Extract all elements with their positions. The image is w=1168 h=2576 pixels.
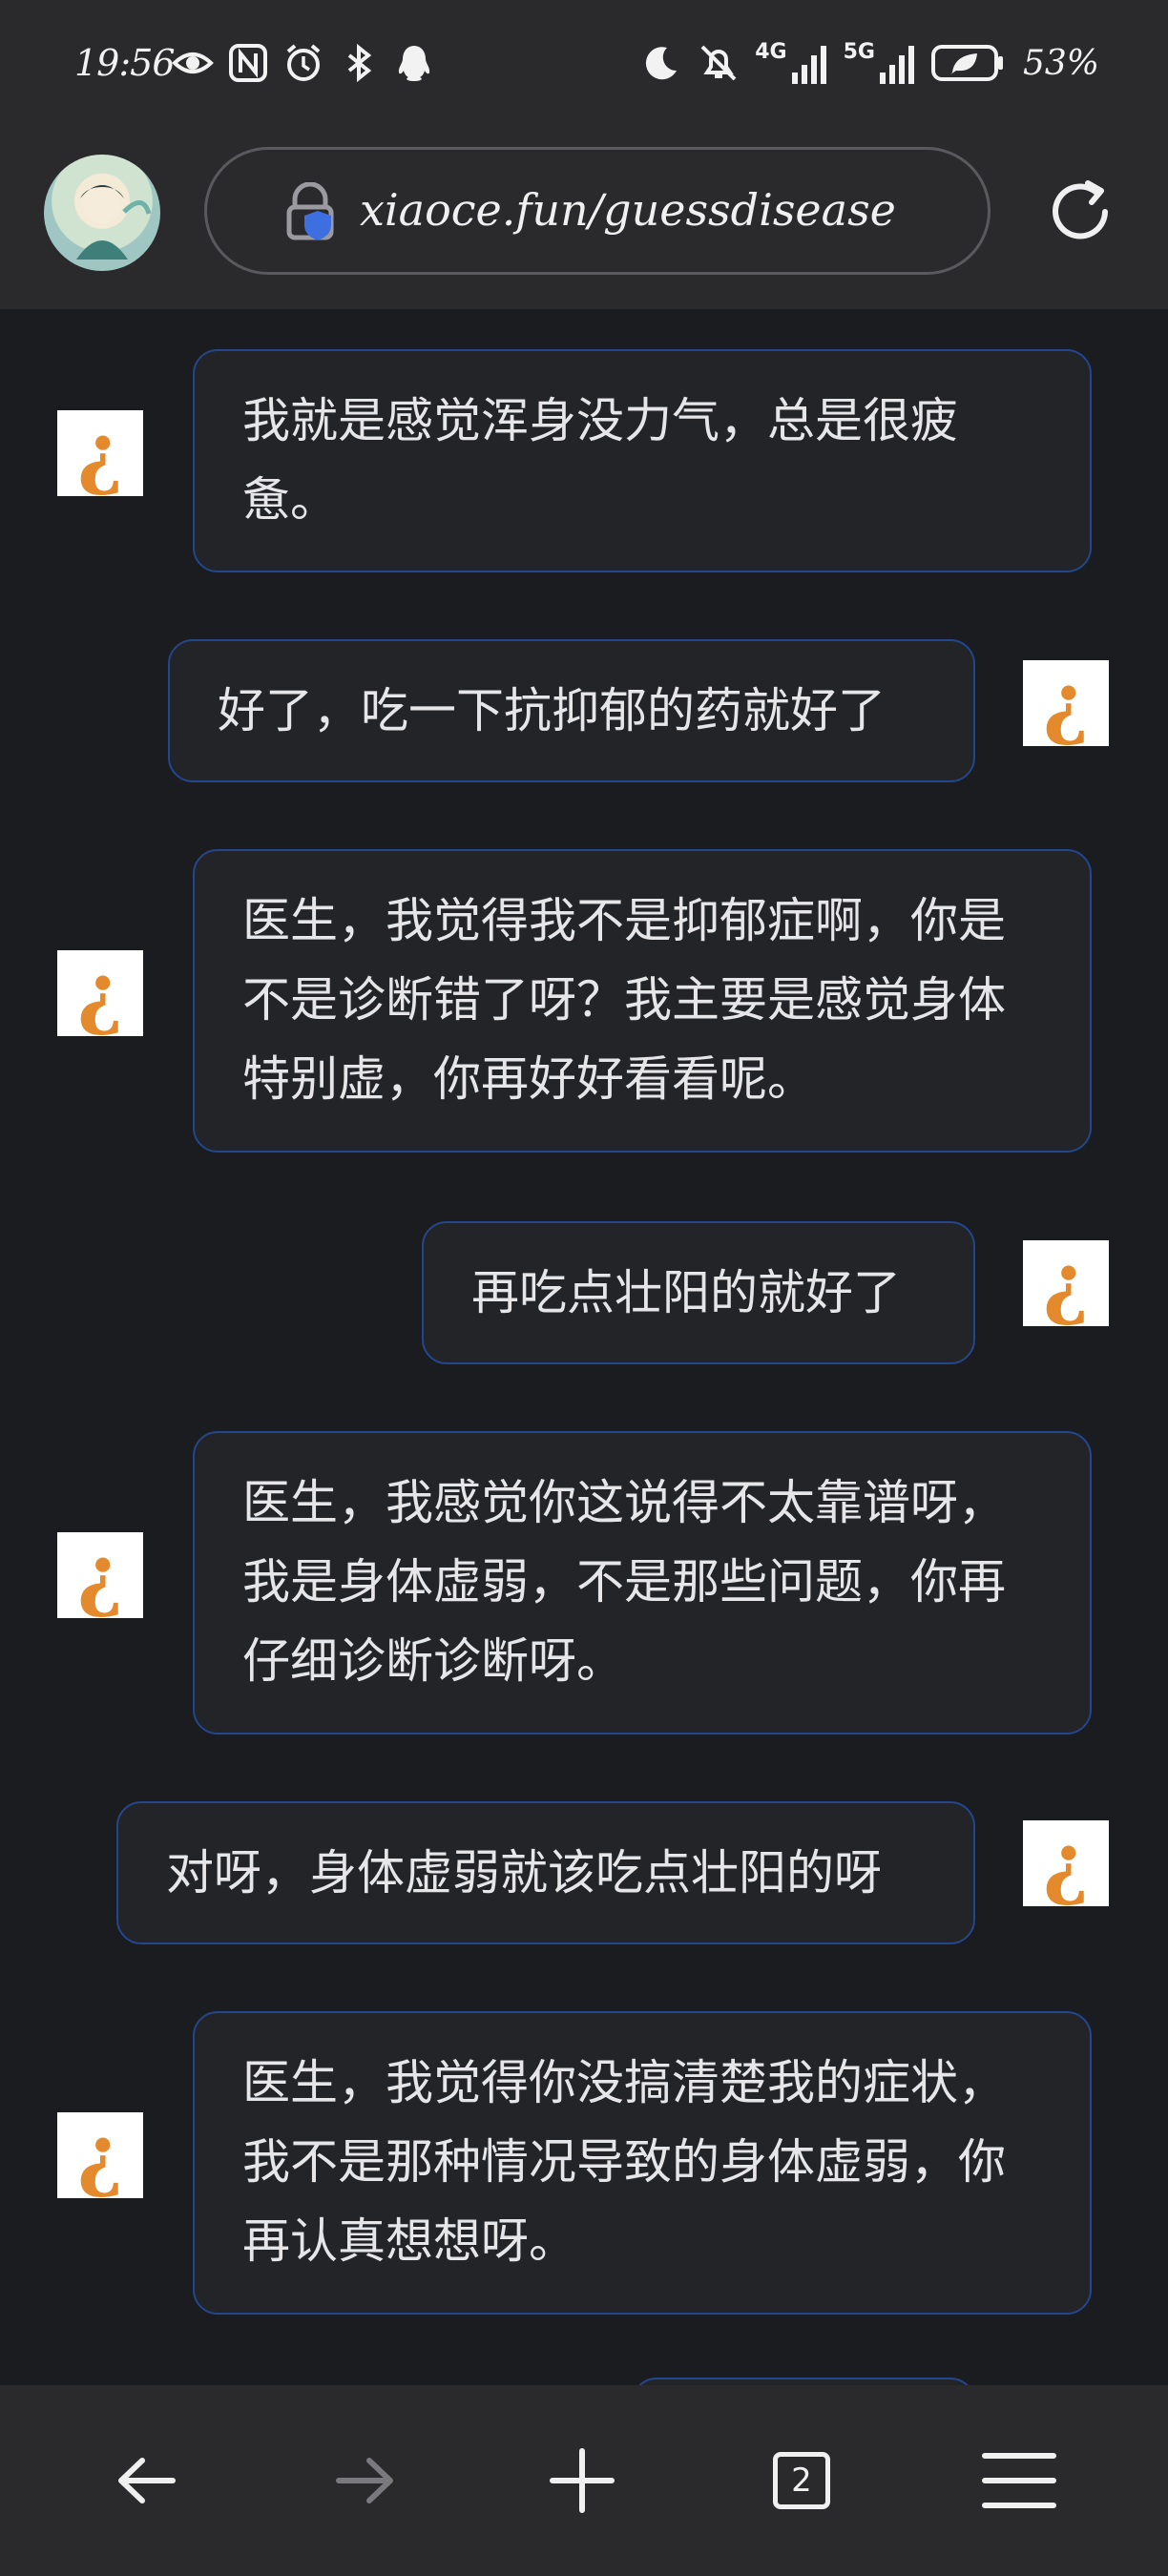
plus-icon [550, 2448, 615, 2513]
back-button[interactable] [99, 2433, 195, 2528]
status-time: 19:56 [74, 42, 176, 84]
message-bubble-patient: 医生，我觉得我不是抑郁症啊，你是不是诊断错了呀？我主要是感觉身体特别虚，你再好好… [193, 849, 1092, 1153]
patient-avatar-icon: ¿ [57, 2112, 143, 2198]
address-bar[interactable]: xiaoce.fun/guessdisease [204, 147, 991, 275]
arrow-left-icon [118, 2458, 176, 2503]
message-bubble-patient: 医生，我感觉你这说得不太靠谱呀，我是身体虚弱，不是那些问题，你再仔细诊断诊断呀。 [193, 1431, 1092, 1735]
network-4g-label: 4G [755, 40, 787, 64]
status-bar: 19:56 4G 5G 53% [0, 0, 1168, 134]
reload-icon[interactable] [1042, 174, 1118, 250]
message-text: 对呀，身体虚弱就该吃点壮阳的呀 [166, 1845, 882, 1901]
message-bubble-patient: 医生，我觉得你没搞清楚我的症状，我不是那种情况导致的身体虚弱，你再认真想想呀。 [193, 2011, 1092, 2315]
moon-icon [646, 47, 678, 80]
doctor-avatar-icon: ¿ [1023, 660, 1109, 746]
message-text: 我就是感觉浑身没力气，总是很疲惫。 [242, 393, 958, 528]
forward-button[interactable] [317, 2433, 412, 2528]
battery-icon [930, 45, 1003, 81]
patient-avatar-icon: ¿ [57, 950, 143, 1036]
browser-bottom-nav: 2 [0, 2385, 1168, 2576]
status-left-icons [172, 42, 435, 84]
patient-avatar-icon: ¿ [57, 1532, 143, 1618]
patient-avatar-icon: ¿ [57, 410, 143, 496]
menu-button[interactable] [971, 2433, 1067, 2528]
alarm-icon [286, 44, 321, 81]
doctor-avatar-icon: ¿ [1023, 1820, 1109, 1906]
browser-toolbar: xiaoce.fun/guessdisease [0, 134, 1168, 309]
mute-icon [700, 45, 737, 81]
url-text: xiaoce.fun/guessdisease [360, 184, 896, 236]
chat-area[interactable]: ¿ 我就是感觉浑身没力气，总是很疲惫。 好了，吃一下抗抑郁的药就好了 ¿ ¿ 医… [0, 309, 1168, 2385]
tab-count: 2 [791, 2462, 812, 2500]
message-bubble-patient: 我就是感觉浑身没力气，总是很疲惫。 [193, 349, 1092, 572]
message-bubble-doctor: 对呀，身体虚弱就该吃点壮阳的呀 [116, 1801, 975, 1944]
status-right-icons: 4G 5G 53% [640, 42, 1099, 84]
lock-shield-icon [286, 182, 334, 240]
bluetooth-icon [347, 43, 372, 83]
new-tab-button[interactable] [534, 2433, 630, 2528]
tabs-button[interactable]: 2 [754, 2433, 849, 2528]
qq-icon [398, 46, 430, 81]
network-5g-label: 5G [843, 40, 875, 64]
message-bubble-doctor: 再吃点壮阳的就好了 [422, 1221, 975, 1364]
message-text: 再吃点壮阳的就好了 [471, 1265, 901, 1320]
message-bubble-doctor: 好了，吃一下抗抑郁的药就好了 [168, 639, 975, 782]
tab-count-icon: 2 [773, 2452, 830, 2509]
battery-percent: 53% [1022, 43, 1099, 83]
message-text: 好了，吃一下抗抑郁的药就好了 [218, 683, 886, 738]
signal-5g-icon: 5G [844, 42, 916, 84]
eye-icon [172, 52, 214, 73]
arrow-right-icon [336, 2458, 393, 2503]
hamburger-menu-icon [982, 2453, 1056, 2508]
doctor-avatar-icon: ¿ [1023, 1240, 1109, 1326]
message-text: 医生，我觉得你没搞清楚我的症状，我不是那种情况导致的身体虚弱，你再认真想想呀。 [242, 2055, 1006, 2269]
profile-avatar[interactable] [44, 155, 160, 271]
signal-4g-icon: 4G [755, 42, 827, 84]
message-text: 医生，我感觉你这说得不太靠谱呀，我是身体虚弱，不是那些问题，你再仔细诊断诊断呀。 [242, 1475, 1006, 1689]
nfc-icon [229, 44, 267, 82]
message-bubble-partial [632, 2378, 975, 2385]
message-text: 医生，我觉得我不是抑郁症啊，你是不是诊断错了呀？我主要是感觉身体特别虚，你再好好… [242, 893, 1006, 1107]
